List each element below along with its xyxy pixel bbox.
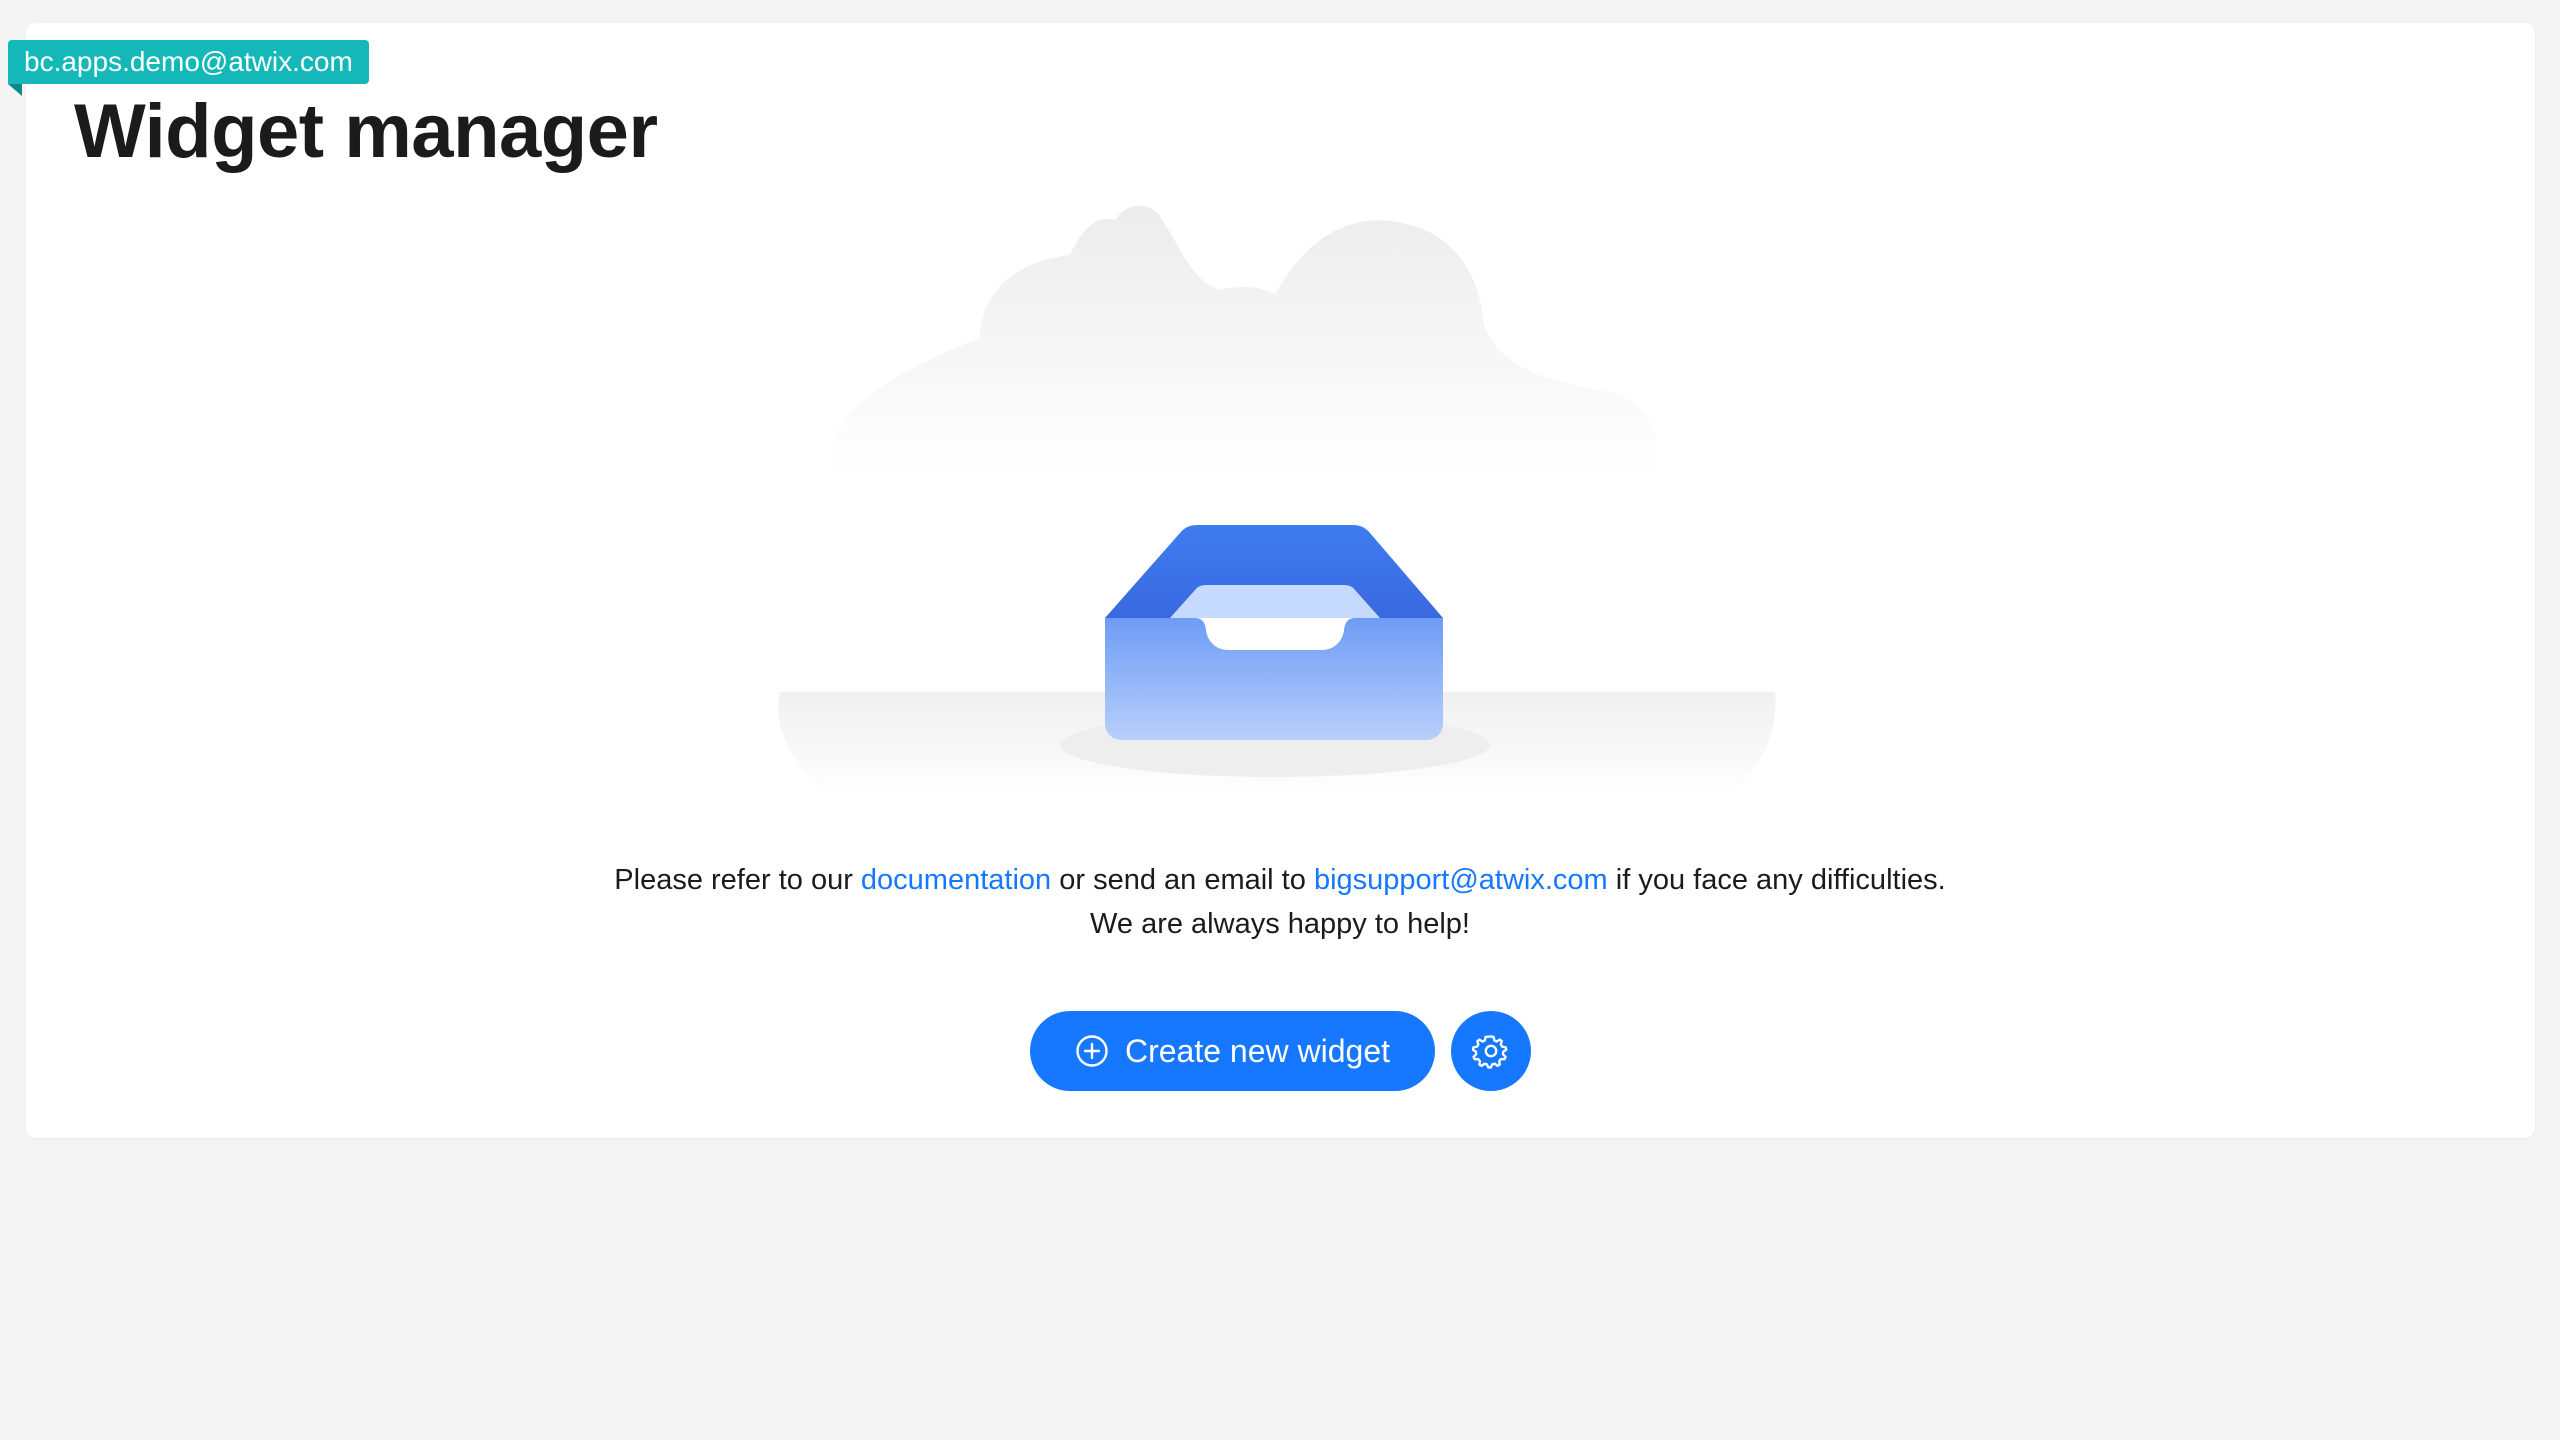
gear-icon xyxy=(1472,1035,1508,1069)
tray-inner xyxy=(1170,585,1380,618)
help-line-1-prefix: Please refer to our xyxy=(614,864,861,896)
plus-circle-icon xyxy=(1076,1035,1108,1067)
create-new-widget-button[interactable]: Create new widget xyxy=(1030,1011,1435,1091)
badge-fold-decoration xyxy=(8,84,22,96)
account-email-badge: bc.apps.demo@atwix.com xyxy=(8,40,369,84)
help-line-2: We are always happy to help! xyxy=(1090,908,1470,940)
settings-button[interactable] xyxy=(1451,1011,1531,1091)
help-line-1-suffix: if you face any difficulties. xyxy=(1607,864,1946,896)
empty-inbox-icon xyxy=(778,205,1776,800)
action-bar: Create new widget xyxy=(1030,1011,1531,1091)
help-text: Please refer to our documentation or sen… xyxy=(0,858,2560,946)
help-line-1: Please refer to our documentation or sen… xyxy=(0,858,2560,902)
page-title: Widget manager xyxy=(74,89,658,174)
create-new-widget-label: Create new widget xyxy=(1124,1032,1391,1069)
help-line-1-middle: or send an email to xyxy=(1051,864,1314,896)
tray-front xyxy=(1105,618,1443,740)
support-email-link[interactable]: bigsupport@atwix.com xyxy=(1314,864,1608,896)
documentation-link[interactable]: documentation xyxy=(861,864,1051,896)
cloud-decoration xyxy=(829,205,1659,475)
